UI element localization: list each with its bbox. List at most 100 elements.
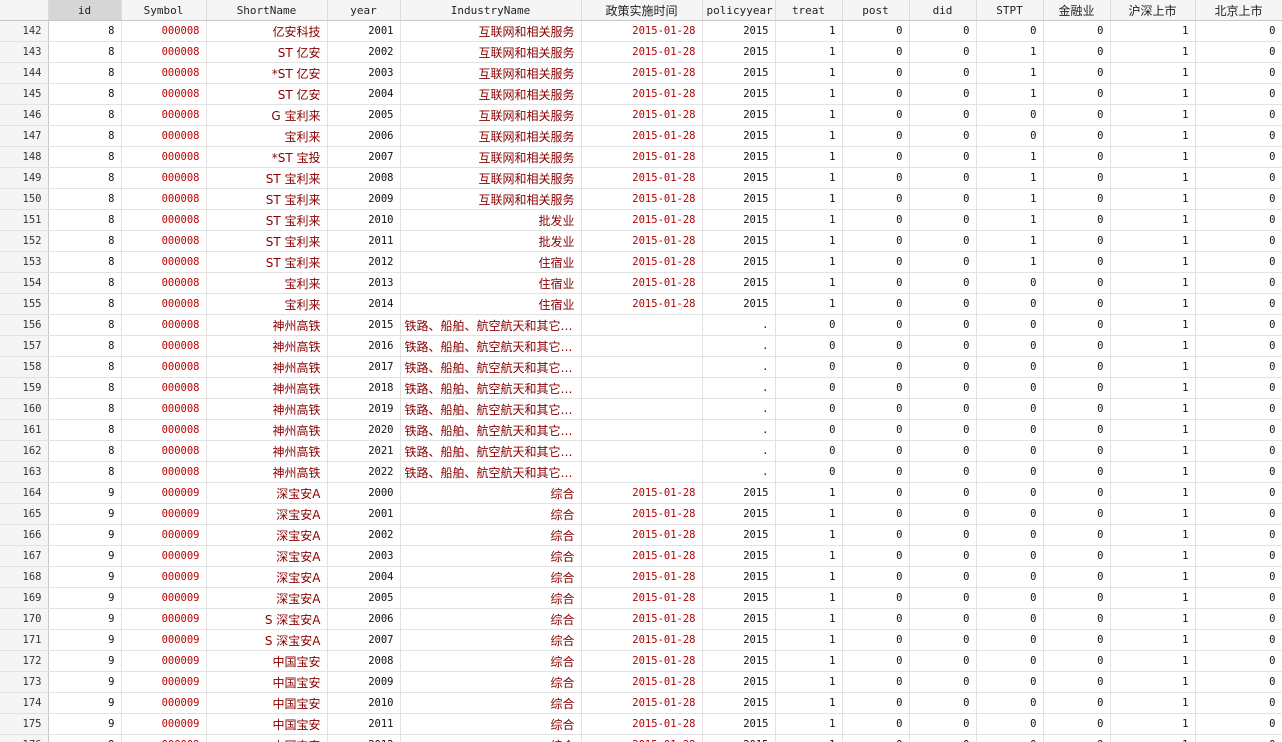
shortname-cell[interactable]: ST 亿安 (206, 41, 328, 63)
shortname-cell[interactable]: 中国宝安 (206, 713, 328, 735)
shortname-cell[interactable]: G 宝利来 (206, 104, 328, 126)
post-cell[interactable]: 0 (842, 461, 910, 483)
id-cell[interactable]: 9 (48, 503, 122, 525)
shortname-cell[interactable]: 亿安科技 (206, 20, 328, 42)
finance-cell[interactable]: 0 (1043, 335, 1111, 357)
bj-listed-cell[interactable]: 0 (1195, 419, 1282, 441)
finance-cell[interactable]: 0 (1043, 692, 1111, 714)
id-cell[interactable]: 9 (48, 524, 122, 546)
industry-cell[interactable]: 互联网和相关服务 (400, 104, 582, 126)
column-header-stpt[interactable]: STPT (976, 0, 1044, 21)
symbol-cell[interactable]: 000009 (121, 482, 207, 504)
treat-cell[interactable]: 1 (775, 230, 843, 252)
shsz-listed-cell[interactable]: 1 (1110, 335, 1196, 357)
shsz-listed-cell[interactable]: 1 (1110, 251, 1196, 273)
bj-listed-cell[interactable]: 0 (1195, 41, 1282, 63)
treat-cell[interactable]: 1 (775, 41, 843, 63)
policy-date-cell[interactable]: 2015-01-28 (581, 566, 703, 588)
did-cell[interactable]: 0 (909, 83, 977, 105)
shsz-listed-cell[interactable]: 1 (1110, 398, 1196, 420)
did-cell[interactable]: 0 (909, 356, 977, 378)
id-cell[interactable]: 8 (48, 356, 122, 378)
policyyear-cell[interactable]: . (702, 440, 776, 462)
stpt-cell[interactable]: 0 (976, 419, 1044, 441)
bj-listed-cell[interactable]: 0 (1195, 83, 1282, 105)
year-cell[interactable]: 2004 (327, 83, 401, 105)
row-number[interactable]: 142 (0, 20, 49, 42)
did-cell[interactable]: 0 (909, 734, 977, 742)
did-cell[interactable]: 0 (909, 419, 977, 441)
row-number[interactable]: 150 (0, 188, 49, 210)
stpt-cell[interactable]: 0 (976, 692, 1044, 714)
id-cell[interactable]: 8 (48, 209, 122, 231)
year-cell[interactable]: 2002 (327, 524, 401, 546)
id-cell[interactable]: 9 (48, 692, 122, 714)
treat-cell[interactable]: 1 (775, 650, 843, 672)
industry-cell[interactable]: 互联网和相关服务 (400, 20, 582, 42)
policy-date-cell[interactable] (581, 335, 703, 357)
id-cell[interactable]: 8 (48, 146, 122, 168)
bj-listed-cell[interactable]: 0 (1195, 608, 1282, 630)
shsz-listed-cell[interactable]: 1 (1110, 608, 1196, 630)
post-cell[interactable]: 0 (842, 671, 910, 693)
stpt-cell[interactable]: 1 (976, 209, 1044, 231)
finance-cell[interactable]: 0 (1043, 209, 1111, 231)
year-cell[interactable]: 2010 (327, 209, 401, 231)
year-cell[interactable]: 2004 (327, 566, 401, 588)
symbol-cell[interactable]: 000009 (121, 566, 207, 588)
industry-cell[interactable]: 互联网和相关服务 (400, 83, 582, 105)
policyyear-cell[interactable]: 2015 (702, 692, 776, 714)
shortname-cell[interactable]: 神州高铁 (206, 314, 328, 336)
did-cell[interactable]: 0 (909, 545, 977, 567)
treat-cell[interactable]: 0 (775, 461, 843, 483)
industry-cell[interactable]: 铁路、船舶、航空航天和其它… (400, 335, 582, 357)
id-cell[interactable]: 9 (48, 566, 122, 588)
did-cell[interactable]: 0 (909, 335, 977, 357)
industry-cell[interactable]: 住宿业 (400, 251, 582, 273)
shortname-cell[interactable]: 神州高铁 (206, 419, 328, 441)
symbol-cell[interactable]: 000009 (121, 692, 207, 714)
finance-cell[interactable]: 0 (1043, 146, 1111, 168)
id-cell[interactable]: 8 (48, 419, 122, 441)
policyyear-cell[interactable]: 2015 (702, 650, 776, 672)
policyyear-cell[interactable]: 2015 (702, 62, 776, 84)
column-header-treat[interactable]: treat (775, 0, 843, 21)
row-number[interactable]: 158 (0, 356, 49, 378)
row-number[interactable]: 161 (0, 419, 49, 441)
shortname-cell[interactable]: 中国宝安 (206, 650, 328, 672)
id-cell[interactable]: 8 (48, 20, 122, 42)
finance-cell[interactable]: 0 (1043, 272, 1111, 294)
post-cell[interactable]: 0 (842, 713, 910, 735)
bj-listed-cell[interactable]: 0 (1195, 650, 1282, 672)
row-number[interactable]: 172 (0, 650, 49, 672)
finance-cell[interactable]: 0 (1043, 293, 1111, 315)
post-cell[interactable]: 0 (842, 734, 910, 742)
shsz-listed-cell[interactable]: 1 (1110, 545, 1196, 567)
treat-cell[interactable]: 1 (775, 125, 843, 147)
finance-cell[interactable]: 0 (1043, 398, 1111, 420)
treat-cell[interactable]: 1 (775, 734, 843, 742)
policy-date-cell[interactable]: 2015-01-28 (581, 167, 703, 189)
bj-listed-cell[interactable]: 0 (1195, 734, 1282, 742)
shortname-cell[interactable]: 神州高铁 (206, 335, 328, 357)
symbol-cell[interactable]: 000008 (121, 419, 207, 441)
policyyear-cell[interactable]: 2015 (702, 503, 776, 525)
treat-cell[interactable]: 1 (775, 167, 843, 189)
policyyear-cell[interactable]: 2015 (702, 125, 776, 147)
column-header-shortname[interactable]: ShortName (206, 0, 328, 21)
bj-listed-cell[interactable]: 0 (1195, 398, 1282, 420)
did-cell[interactable]: 0 (909, 146, 977, 168)
shortname-cell[interactable]: 宝利来 (206, 272, 328, 294)
row-number[interactable]: 169 (0, 587, 49, 609)
id-cell[interactable]: 8 (48, 461, 122, 483)
treat-cell[interactable]: 1 (775, 20, 843, 42)
year-cell[interactable]: 2006 (327, 608, 401, 630)
row-number[interactable]: 160 (0, 398, 49, 420)
policy-date-cell[interactable] (581, 419, 703, 441)
policy-date-cell[interactable]: 2015-01-28 (581, 20, 703, 42)
column-header-shsz-listed[interactable]: 沪深上市 (1110, 0, 1196, 21)
id-cell[interactable]: 8 (48, 188, 122, 210)
policy-date-cell[interactable]: 2015-01-28 (581, 104, 703, 126)
post-cell[interactable]: 0 (842, 608, 910, 630)
policy-date-cell[interactable]: 2015-01-28 (581, 587, 703, 609)
